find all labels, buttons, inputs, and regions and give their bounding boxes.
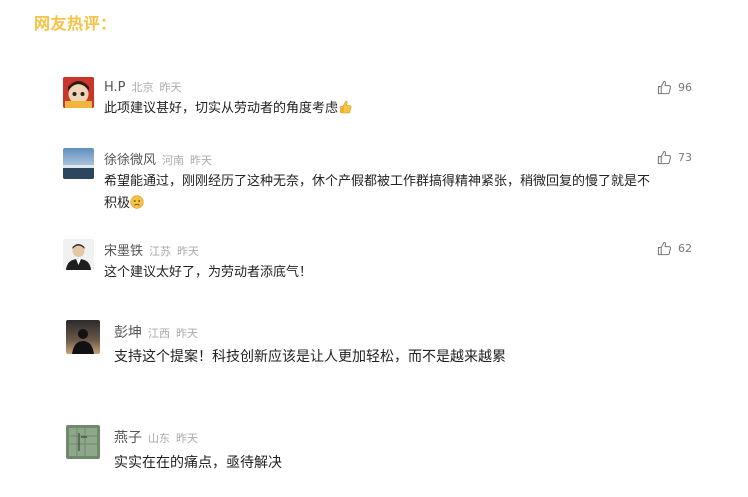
comment-time: 昨天 bbox=[176, 432, 198, 445]
comment-text: 支持这个提案！科技创新应该是让人更加轻松，而不是越来越累 bbox=[114, 349, 506, 365]
avatar-image bbox=[66, 425, 100, 459]
like-count: 73 bbox=[678, 151, 692, 164]
section-title: 网友热评： bbox=[34, 14, 117, 33]
avatar-image bbox=[63, 148, 94, 179]
commenter-name[interactable]: H.P bbox=[104, 80, 126, 95]
comment-time: 昨天 bbox=[159, 81, 182, 94]
thumbs-up-emoji-icon bbox=[340, 100, 352, 114]
commenter-location: 河南 bbox=[162, 154, 185, 167]
avatar[interactable] bbox=[63, 148, 94, 179]
commenter-location: 江西 bbox=[148, 327, 170, 340]
commenter-location: 山东 bbox=[148, 432, 170, 445]
commenter-name[interactable]: 燕子 bbox=[114, 427, 142, 447]
thumbs-up-icon bbox=[657, 150, 671, 165]
avatar[interactable] bbox=[63, 239, 94, 270]
avatar-image bbox=[63, 239, 94, 270]
comment-time: 昨天 bbox=[177, 245, 200, 258]
commenter-name[interactable]: 宋墨铁 bbox=[104, 240, 143, 259]
comment-text: 实实在在的痛点，亟待解决 bbox=[114, 455, 282, 471]
comment-time: 昨天 bbox=[176, 327, 198, 340]
comment-text: 这个建议太好了，为劳动者添底气！ bbox=[104, 265, 313, 280]
thumbs-up-icon bbox=[657, 80, 671, 95]
avatar[interactable] bbox=[66, 425, 100, 459]
like-button[interactable]: 62 bbox=[657, 241, 692, 256]
commenter-location: 北京 bbox=[131, 81, 154, 94]
like-button[interactable]: 73 bbox=[657, 150, 692, 165]
avatar-image bbox=[66, 320, 100, 354]
comment-time: 昨天 bbox=[190, 154, 213, 167]
commenter-name[interactable]: 彭坤 bbox=[114, 322, 142, 342]
avatar[interactable] bbox=[66, 320, 100, 354]
like-count: 96 bbox=[678, 81, 692, 94]
comment-text: 希望能通过，刚刚经历了这种无奈，休个产假都被工作群搞得精神紧张，稍微回复的慢了就… bbox=[104, 174, 651, 211]
avatar-image bbox=[63, 77, 94, 108]
like-count: 62 bbox=[678, 242, 692, 255]
commenter-name[interactable]: 徐徐微风 bbox=[104, 149, 156, 168]
commenter-location: 江苏 bbox=[149, 245, 172, 258]
avatar[interactable] bbox=[63, 77, 94, 108]
comment-text: 此项建议甚好，切实从劳动者的角度考虑 bbox=[104, 98, 352, 120]
sad-face-emoji-icon bbox=[130, 195, 144, 209]
thumbs-up-icon bbox=[657, 241, 671, 256]
like-button[interactable]: 96 bbox=[657, 80, 692, 95]
